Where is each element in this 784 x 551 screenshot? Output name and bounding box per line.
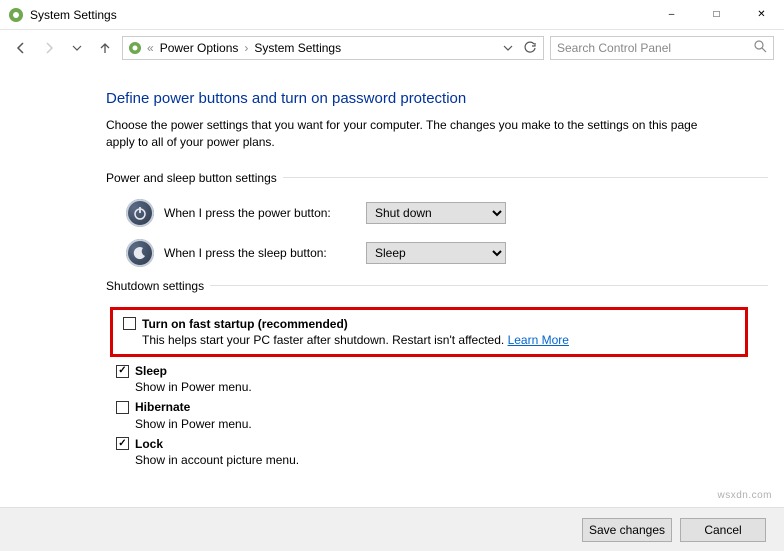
lock-item-label: Lock bbox=[135, 436, 163, 452]
fast-startup-checkbox[interactable] bbox=[123, 317, 136, 330]
recent-dropdown[interactable] bbox=[66, 37, 88, 59]
fast-startup-label: Turn on fast startup (recommended) bbox=[142, 316, 348, 332]
chevron-down-icon bbox=[72, 43, 82, 53]
lock-item-desc: Show in account picture menu. bbox=[135, 452, 768, 468]
search-input[interactable]: Search Control Panel bbox=[550, 36, 774, 60]
page-title: Define power buttons and turn on passwor… bbox=[106, 90, 768, 107]
search-icon bbox=[754, 40, 767, 56]
section-label: Power and sleep button settings bbox=[106, 171, 283, 185]
footer-buttons: Save changes Cancel bbox=[0, 507, 784, 551]
power-button-select[interactable]: Shut down bbox=[366, 202, 506, 224]
breadcrumb-system-settings[interactable]: System Settings bbox=[252, 41, 343, 55]
save-changes-button[interactable]: Save changes bbox=[582, 518, 672, 542]
divider bbox=[283, 177, 768, 178]
breadcrumb-sep: › bbox=[244, 41, 248, 55]
section-label: Shutdown settings bbox=[106, 279, 210, 293]
hibernate-item-label: Hibernate bbox=[135, 399, 190, 415]
sleep-checkbox[interactable]: ✓ bbox=[116, 365, 129, 378]
divider bbox=[210, 285, 768, 286]
fast-startup-desc: This helps start your PC faster after sh… bbox=[142, 333, 504, 347]
arrow-up-icon bbox=[97, 40, 113, 56]
minimize-button[interactable]: – bbox=[649, 0, 694, 30]
watermark: wsxdn.com bbox=[717, 490, 772, 501]
content-area: Define power buttons and turn on passwor… bbox=[0, 66, 784, 507]
section-power-sleep-header: Power and sleep button settings bbox=[106, 171, 768, 185]
breadcrumb-power-options[interactable]: Power Options bbox=[158, 41, 241, 55]
titlebar: System Settings – □ ✕ bbox=[0, 0, 784, 30]
hibernate-item-desc: Show in Power menu. bbox=[135, 416, 768, 432]
address-bar[interactable]: « Power Options › System Settings bbox=[122, 36, 544, 60]
sleep-item-desc: Show in Power menu. bbox=[135, 379, 768, 395]
nav-toolbar: « Power Options › System Settings Search… bbox=[0, 30, 784, 66]
power-button-row: When I press the power button: Shut down bbox=[126, 199, 768, 227]
chevron-down-icon bbox=[503, 43, 513, 53]
sleep-button-row: When I press the sleep button: Sleep bbox=[126, 239, 768, 267]
close-button[interactable]: ✕ bbox=[739, 0, 784, 30]
sleep-button-select[interactable]: Sleep bbox=[366, 242, 506, 264]
learn-more-link[interactable]: Learn More bbox=[508, 333, 569, 347]
shutdown-settings-list: Turn on fast startup (recommended) This … bbox=[106, 307, 768, 469]
arrow-left-icon bbox=[13, 40, 29, 56]
hibernate-checkbox[interactable] bbox=[116, 401, 129, 414]
lock-checkbox[interactable]: ✓ bbox=[116, 437, 129, 450]
sleep-button-label: When I press the sleep button: bbox=[164, 246, 356, 260]
page-description: Choose the power settings that you want … bbox=[106, 117, 726, 151]
address-dropdown[interactable] bbox=[499, 43, 517, 53]
up-button[interactable] bbox=[94, 37, 116, 59]
refresh-button[interactable] bbox=[521, 41, 539, 55]
window-title: System Settings bbox=[30, 8, 117, 22]
arrow-right-icon bbox=[41, 40, 57, 56]
fast-startup-highlight: Turn on fast startup (recommended) This … bbox=[110, 307, 748, 357]
sleep-item-label: Sleep bbox=[135, 363, 167, 379]
refresh-icon bbox=[523, 41, 537, 55]
cancel-button[interactable]: Cancel bbox=[680, 518, 766, 542]
forward-button bbox=[38, 37, 60, 59]
power-button-label: When I press the power button: bbox=[164, 206, 356, 220]
breadcrumb-chevron: « bbox=[147, 41, 154, 55]
power-icon bbox=[126, 199, 154, 227]
control-panel-icon bbox=[8, 7, 24, 23]
back-button[interactable] bbox=[10, 37, 32, 59]
section-shutdown-header: Shutdown settings bbox=[106, 279, 768, 293]
maximize-button[interactable]: □ bbox=[694, 0, 739, 30]
search-placeholder: Search Control Panel bbox=[557, 41, 754, 55]
control-panel-small-icon bbox=[127, 40, 143, 56]
sleep-icon bbox=[126, 239, 154, 267]
